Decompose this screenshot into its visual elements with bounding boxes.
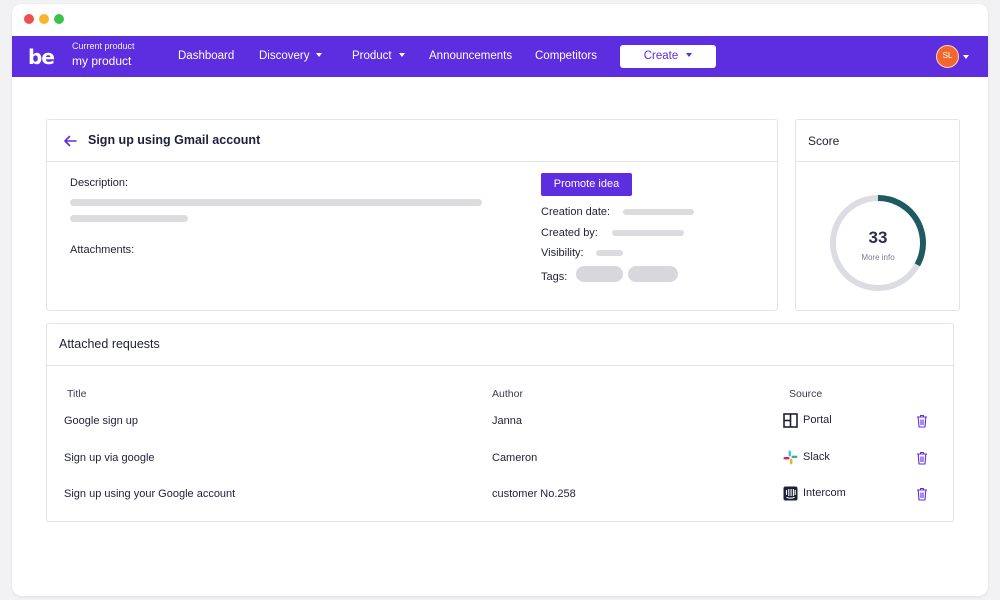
nav-dashboard-label: Dashboard [178,50,235,62]
chevron-down-icon [316,52,323,57]
maximize-window-dot[interactable] [54,14,64,24]
intercom-icon [783,486,798,501]
description-label: Description: [70,177,129,189]
app-window: be Current product my product Dashboard … [12,4,988,596]
score-card: Score 33 More info [795,119,960,311]
attached-requests-card: Attached requests Title Author Source Go… [46,323,954,522]
score-value: 33 [868,228,888,247]
column-header-title: Title [67,388,87,400]
promote-idea-button[interactable]: Promote idea [541,173,632,196]
nav-competitors-label: Competitors [535,50,597,62]
close-window-dot[interactable] [24,14,34,24]
tags-label: Tags: [541,271,568,283]
attached-requests-title: Attached requests [59,337,160,351]
nav-discovery[interactable]: Discovery [259,50,323,62]
request-author: Janna [492,415,522,427]
created-by-label: Created by: [541,227,598,239]
request-title: Sign up via google [64,452,155,464]
description-line-placeholder [70,199,482,206]
minimize-window-dot[interactable] [39,14,49,24]
request-author: Cameron [492,452,538,464]
more-info-link[interactable]: More info [826,253,930,262]
score-title: Score [808,134,840,148]
chevron-down-icon [398,52,405,57]
creation-date-label: Creation date: [541,206,611,218]
nav-announcements-label: Announcements [429,50,513,62]
chevron-down-icon [686,52,693,57]
nav-competitors[interactable]: Competitors [535,50,597,62]
create-button[interactable]: Create [620,45,716,68]
avatar[interactable]: SL [936,45,959,68]
portal-icon [783,413,798,428]
tag-pill[interactable] [628,266,678,282]
idea-title: Sign up using Gmail account [88,133,261,147]
trash-icon[interactable] [916,487,928,501]
nav-product-label: Product [352,50,392,62]
window-titlebar [12,4,988,36]
visibility-label: Visibility: [541,247,584,259]
idea-card-header: Sign up using Gmail account [47,120,777,162]
idea-details-card: Sign up using Gmail account Description:… [46,119,778,311]
current-product-name: my product [72,54,132,68]
visibility-placeholder [596,250,623,256]
request-source-label: Portal [803,414,832,426]
product-switcher[interactable]: Current product my product [72,41,135,68]
top-navbar: be Current product my product Dashboard … [12,36,988,77]
column-header-source: Source [789,388,823,400]
request-source-label: Intercom [803,487,846,499]
score-card-header: Score [796,120,959,162]
attachments-label: Attachments: [70,244,135,256]
chevron-down-icon[interactable] [963,55,969,59]
creation-date-placeholder [623,209,694,215]
back-arrow-icon[interactable] [61,132,79,150]
requests-card-header: Attached requests [47,324,953,366]
request-source-label: Slack [803,451,830,463]
nav-dashboard[interactable]: Dashboard [178,50,234,62]
trash-icon[interactable] [916,414,928,428]
request-author: customer No.258 [492,488,576,500]
tag-pill[interactable] [576,266,623,282]
nav-discovery-label: Discovery [259,50,310,62]
create-button-label: Create [643,50,679,62]
description-line-placeholder [70,215,188,222]
trash-icon[interactable] [916,451,928,465]
nav-product[interactable]: Product [352,50,405,62]
current-product-label: Current product [72,41,135,51]
created-by-placeholder [612,230,684,236]
logo[interactable]: be [28,45,55,69]
nav-announcements[interactable]: Announcements [429,50,512,62]
slack-icon [783,450,798,465]
request-title: Google sign up [64,415,138,427]
column-header-author: Author [492,388,523,400]
request-title: Sign up using your Google account [64,488,236,500]
